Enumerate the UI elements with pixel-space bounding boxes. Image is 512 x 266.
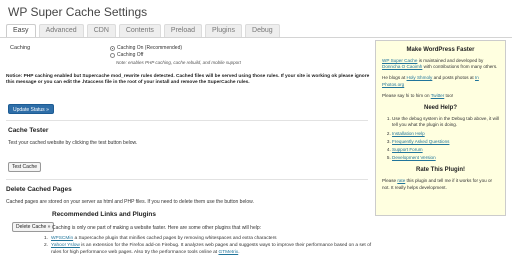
sidebar-intro: WP Super Cache is maintained and develop… (382, 58, 499, 70)
list-item-desc: is an extension for the Firefox add-on F… (51, 243, 372, 255)
caching-on-radio[interactable] (110, 45, 115, 51)
help-item: Frequently Asked Questions (392, 139, 499, 145)
wpscmin-link[interactable]: WPSCMin (51, 236, 73, 241)
tab-bar: Easy Advanced CDN Contents Preload Plugi… (6, 24, 280, 37)
list-item-desc: a Supercache plugin that minifies cached… (74, 236, 277, 241)
tab-debug[interactable]: Debug (245, 24, 280, 37)
sidebar-intro-text: is maintained and developed by (418, 58, 484, 64)
rate-text: Please rate this plugin and tell me if i… (382, 178, 499, 190)
divider (6, 120, 368, 121)
caching-on-option[interactable]: Caching On (Recommended) (110, 45, 182, 52)
cache-tester-heading: Cache Tester (8, 127, 49, 134)
caching-off-option[interactable]: Caching Off (110, 52, 143, 59)
list-item-text: WPSCMin a Supercache plugin that minifie… (51, 236, 277, 242)
twitter-tail: too! (445, 92, 454, 98)
author-link[interactable]: Donncha O Caoimh (382, 64, 422, 69)
development-version-link[interactable]: Development Version (392, 155, 436, 160)
rate-pre: Please (382, 178, 397, 184)
delete-cache-button[interactable]: Delete Cache » (12, 222, 55, 232)
delete-cache-heading: Delete Cached Pages (6, 186, 72, 193)
tab-plugins[interactable]: Plugins (205, 24, 243, 37)
rate-heading: Rate This Plugin! (415, 167, 465, 174)
sidebar-heading: Make WordPress Faster (406, 47, 475, 53)
photo-text: and posts photos at (433, 75, 474, 81)
help-item: Development Version (392, 155, 499, 161)
help-item: Installation Help (392, 131, 499, 137)
need-help-heading: Need Help? (423, 105, 457, 112)
list-item-tail: . (238, 249, 240, 255)
caching-on-label[interactable]: Caching On (Recommended) (117, 45, 182, 52)
sidebar-twitter: Please say hi to him on Twitter too! (382, 93, 499, 99)
list-number: 1. (43, 236, 48, 241)
caching-off-radio[interactable] (110, 52, 115, 58)
divider (6, 179, 368, 180)
sidebar-blog: He blogs at Holy Shmoly and posts photos… (382, 75, 499, 87)
help-list: Use the debug system in the Debug tab ab… (382, 116, 499, 161)
update-status-button[interactable]: Update Status » (8, 104, 54, 114)
list-number: 2. (43, 243, 48, 249)
recommended-list: 1. WPSCMin a Supercache plugin that mini… (42, 236, 372, 257)
faq-link[interactable]: Frequently Asked Questions (392, 139, 449, 144)
list-item: 1. WPSCMin a Supercache plugin that mini… (42, 236, 372, 242)
twitter-text: Please say hi to him on (382, 92, 430, 98)
gtmetrix-link[interactable]: GTMetrix (218, 250, 238, 255)
caching-off-label[interactable]: Caching Off (117, 52, 143, 59)
info-sidebar: Make WordPress Faster WP Super Cache is … (375, 40, 506, 216)
test-cache-button[interactable]: Test Cache (8, 162, 42, 172)
tab-divider (0, 37, 512, 38)
installation-help-link[interactable]: Installation Help (392, 131, 425, 136)
tab-contents[interactable]: Contents (118, 24, 161, 37)
tab-advanced[interactable]: Advanced (38, 24, 84, 37)
holy-shmoly-link[interactable]: Holy Shmoly (407, 75, 433, 80)
page-title: WP Super Cache Settings (8, 5, 148, 19)
wp-super-cache-link[interactable]: WP Super Cache (382, 58, 417, 63)
support-forum-link[interactable]: Support Forum (392, 147, 423, 152)
delete-cache-text: Cached pages are stored on your server a… (6, 199, 254, 205)
tab-cdn[interactable]: CDN (86, 24, 116, 37)
recommended-heading: Recommended Links and Plugins (52, 211, 157, 218)
rewrite-notice: Notice: PHP caching enabled but Supercac… (6, 74, 370, 86)
list-item: 2. Yahoo! Yslow is an extension for the … (42, 243, 372, 256)
blog-text: He blogs at (382, 75, 406, 81)
list-item-text: Yahoo! Yslow is an extension for the Fir… (51, 243, 372, 256)
rate-link[interactable]: rate (397, 178, 405, 183)
help-item: Support Forum (392, 147, 499, 153)
caching-label: Caching (10, 45, 31, 51)
tab-easy[interactable]: Easy (6, 24, 36, 37)
help-item: Use the debug system in the Debug tab ab… (392, 116, 499, 128)
yslow-link[interactable]: Yahoo! Yslow (51, 243, 80, 248)
sidebar-intro-tail: with contributions from many others. (423, 64, 498, 70)
recommended-intro: Caching is only one part of making a web… (52, 225, 261, 231)
caching-note: Note: enables PHP caching, cache rebuild… (116, 60, 241, 65)
cache-tester-text: Test your cached website by clicking the… (8, 140, 138, 146)
twitter-link[interactable]: Twitter (431, 93, 445, 98)
tab-preload[interactable]: Preload (163, 24, 203, 37)
